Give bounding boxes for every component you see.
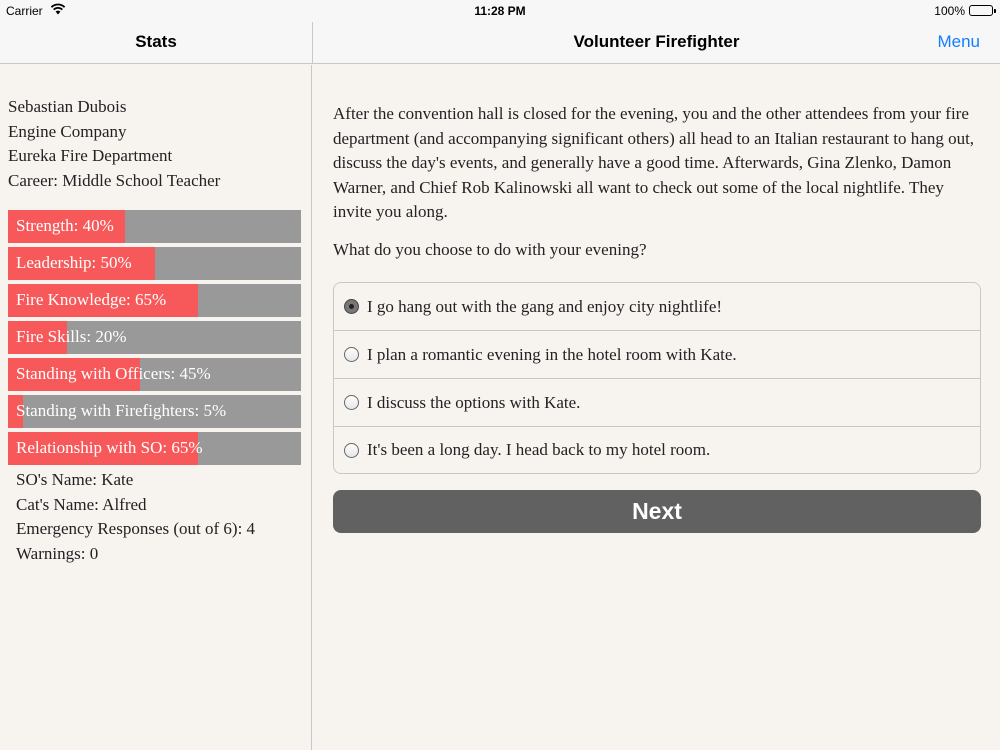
choice-label: It's been a long day. I head back to my … (367, 440, 711, 459)
stat-bar-label: Standing with Officers: 45% (16, 364, 211, 383)
character-info: Sebastian Dubois Engine Company Eureka F… (8, 95, 220, 193)
radio-icon[interactable] (344, 347, 359, 362)
stat-bar-label: Strength: 40% (16, 216, 114, 235)
stat-bar-fire-skills: Fire Skills: 20% (8, 321, 301, 354)
page-title: Volunteer Firefighter (573, 32, 740, 51)
stat-bar-label: Leadership: 50% (16, 253, 132, 272)
next-button[interactable]: Next (333, 490, 981, 533)
stat-bars: Strength: 40% Leadership: 50% Fire Knowl… (8, 210, 301, 469)
stat-bar-label: Fire Skills: 20% (16, 327, 127, 346)
extra-stats: SO's Name: Kate Cat's Name: Alfred Emerg… (16, 468, 255, 566)
menu-button[interactable]: Menu (937, 22, 980, 64)
emergency-responses: Emergency Responses (out of 6): 4 (16, 519, 256, 538)
stat-bar-label: Relationship with SO: 65% (16, 438, 203, 457)
choice-list: I go hang out with the gang and enjoy ci… (333, 282, 981, 474)
stat-bar-fire-knowledge: Fire Knowledge: 65% (8, 284, 301, 317)
cat-name: Cat's Name: Alfred (16, 494, 147, 514)
sidebar-title: Stats (135, 32, 177, 51)
stat-bar-relationship-so: Relationship with SO: 65% (8, 432, 301, 465)
stats-sidebar: Sebastian Dubois Engine Company Eureka F… (0, 65, 312, 750)
radio-icon[interactable] (344, 442, 359, 458)
story-text: After the convention hall is closed for … (333, 104, 975, 221)
radio-icon[interactable] (344, 395, 359, 410)
choice-label: I discuss the options with Kate. (367, 392, 581, 412)
department: Eureka Fire Department (8, 146, 173, 165)
stat-bar-label: Standing with Firefighters: 5% (16, 401, 227, 420)
battery-icon (969, 5, 996, 16)
choice-option[interactable]: I plan a romantic evening in the hotel r… (334, 331, 980, 379)
choice-option[interactable]: It's been a long day. I head back to my … (334, 427, 980, 473)
so-name: SO's Name: Kate (16, 470, 134, 489)
choice-prompt: What do you choose to do with your eveni… (333, 240, 647, 259)
choice-option[interactable]: I go hang out with the gang and enjoy ci… (334, 283, 980, 331)
story-panel: After the convention hall is closed for … (313, 65, 1000, 750)
stat-bar-leadership: Leadership: 50% (8, 247, 301, 280)
stat-bar-standing-officers: Standing with Officers: 45% (8, 358, 301, 391)
choice-label: I go hang out with the gang and enjoy ci… (367, 296, 723, 316)
radio-icon[interactable] (344, 299, 359, 314)
company: Engine Company (8, 121, 127, 141)
status-bar: Carrier 11:28 PM 100% (0, 0, 1000, 22)
battery-percent: 100% (934, 4, 965, 18)
character-name: Sebastian Dubois (8, 97, 127, 116)
choice-option[interactable]: I discuss the options with Kate. (334, 379, 980, 427)
stat-bar-label: Fire Knowledge: 65% (16, 290, 167, 309)
warnings: Warnings: 0 (16, 543, 99, 563)
stat-bar-strength: Strength: 40% (8, 210, 301, 243)
top-bar: Carrier 11:28 PM 100% Stats Volunteer Fi… (0, 0, 1000, 64)
choice-label: I plan a romantic evening in the hotel r… (367, 344, 737, 364)
stat-bar-standing-firefighters: Standing with Firefighters: 5% (8, 395, 301, 428)
clock: 11:28 PM (474, 4, 526, 18)
career: Career: Middle School Teacher (8, 170, 221, 190)
